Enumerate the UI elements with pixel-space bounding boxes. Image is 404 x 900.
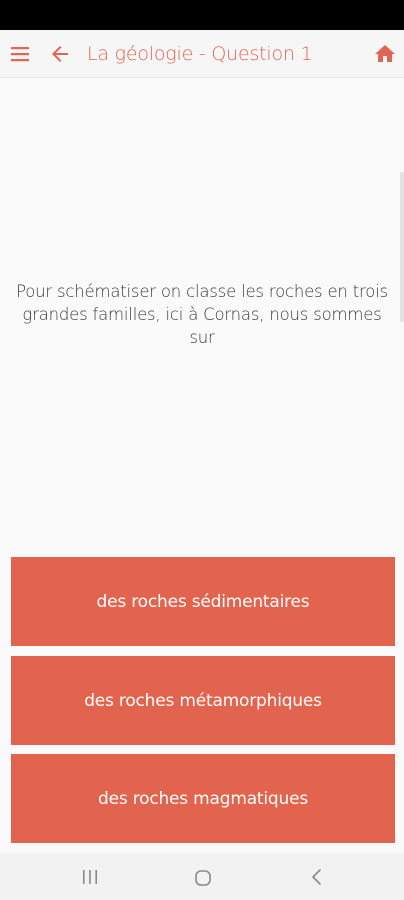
hamburger-menu-icon[interactable]	[8, 42, 32, 66]
answer-button-1[interactable]: des roches sédimentaires	[11, 557, 395, 646]
app-bar: La géologie - Question 1	[0, 30, 404, 78]
back-chevron-icon[interactable]	[308, 867, 326, 887]
system-nav-bar	[0, 853, 404, 900]
recent-apps-icon[interactable]	[80, 868, 100, 886]
page-title: La géologie - Question 1	[87, 43, 313, 65]
screen: La géologie - Question 1 Pour schématise…	[0, 0, 404, 900]
arrow-left-icon[interactable]	[48, 42, 72, 66]
home-circle-icon[interactable]	[193, 868, 213, 888]
scroll-indicator	[400, 172, 404, 322]
question-text: Pour schématiser on classe les roches en…	[16, 282, 388, 347]
answer-button-2[interactable]: des roches métamorphiques	[11, 656, 395, 745]
home-icon[interactable]	[373, 42, 397, 66]
status-bar	[0, 0, 404, 30]
answer-button-3[interactable]: des roches magmatiques	[11, 754, 395, 843]
